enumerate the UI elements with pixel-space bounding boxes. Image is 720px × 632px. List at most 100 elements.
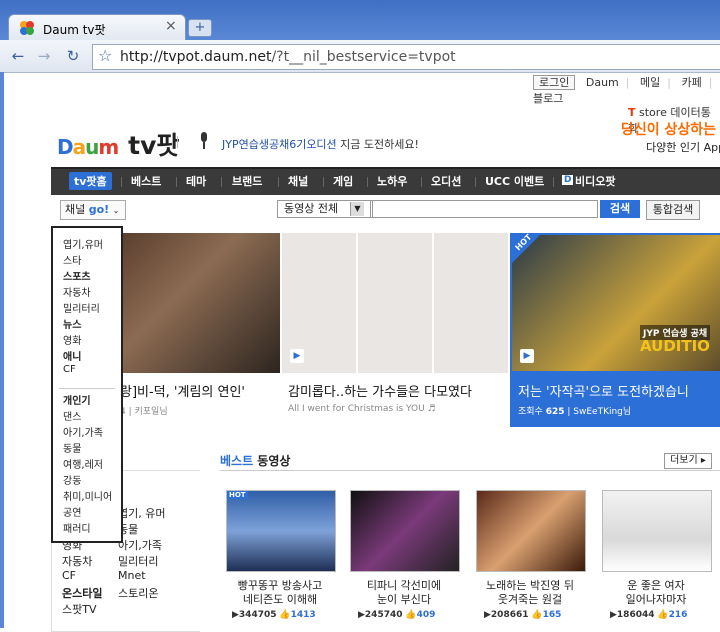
tvpot-wordmark: tv팟	[128, 131, 180, 160]
address-bar[interactable]: ☆ http://tvpot.daum.net/?t__nil_bestserv…	[92, 44, 720, 70]
videopot-icon: D	[562, 175, 574, 185]
divider	[475, 177, 476, 187]
url-text[interactable]: http://tvpot.daum.net/?t__nil_bestservic…	[120, 49, 456, 65]
menu-item[interactable]: 영화	[63, 332, 81, 347]
like-icon: 👍	[657, 610, 669, 620]
link-cafe[interactable]: 카페	[681, 76, 701, 89]
menu-item[interactable]: 취미,미니어	[63, 488, 112, 503]
audition-promo[interactable]: JYP연습생공채6기오디션 지금 도전하세요!	[222, 136, 419, 152]
channel-go-select[interactable]: 채널 go! ⌄	[60, 200, 126, 220]
video-stats: ▶245740 👍409	[358, 610, 436, 620]
nav-channel[interactable]: 채널	[288, 173, 308, 189]
more-button[interactable]: 더보기 ▸	[664, 453, 712, 469]
category-link[interactable]: 스토리온	[118, 585, 158, 601]
divider	[421, 177, 422, 187]
video-thumbnail[interactable]	[602, 490, 712, 572]
link-blog[interactable]: 블로그	[533, 92, 563, 105]
featured-title-2[interactable]: 감미롭다..하는 가수들은 다모였다	[288, 381, 508, 400]
video-title[interactable]: 노래하는 박진영 뒤 웃겨죽는 원걸	[465, 579, 595, 607]
play-icon: ▶	[520, 349, 534, 363]
play-count-icon: ▶	[484, 610, 491, 620]
featured-thumbnail-2[interactable]: ▶	[282, 233, 508, 373]
menu-item[interactable]: 공연	[63, 504, 81, 519]
featured-thumbnail-1[interactable]	[120, 233, 280, 373]
url-domain: http://tvpot.daum.net	[120, 49, 272, 65]
featured-caption-3[interactable]: 저는 '자작곡'으로 도전하겠습니 조회수 625 | SwEeTKing님	[510, 373, 720, 427]
menu-item[interactable]: 개인기	[63, 392, 91, 407]
video-thumbnail[interactable]	[476, 490, 586, 572]
featured-title-1[interactable]: 랑]비-덕, '계림의 연인'	[120, 381, 276, 400]
nav-knowhow[interactable]: 노하우	[377, 173, 407, 189]
browser-tab[interactable]: Daum tv팟 ×	[8, 14, 186, 41]
menu-item[interactable]: 아기,가족	[63, 424, 103, 439]
divider	[121, 177, 122, 187]
back-arrow-icon[interactable]: ←	[9, 47, 27, 65]
play-count-icon: ▶	[358, 610, 365, 620]
nav-ucc-event[interactable]: UCC 이벤트	[485, 173, 544, 189]
combined-search-button[interactable]: 통합검색	[646, 200, 700, 220]
menu-item[interactable]: 동물	[63, 440, 81, 455]
nav-audition[interactable]: 오디션	[431, 173, 461, 189]
channel-dropdown-menu: 엽기,유머 스타 스포츠 자동차 밀리터리 뉴스 영화 애니 CF 개인기 댄스…	[51, 226, 123, 543]
search-input[interactable]	[370, 200, 598, 218]
reload-icon[interactable]: ↻	[64, 47, 82, 65]
video-stats: ▶186044 👍216	[610, 610, 688, 620]
category-link[interactable]: 아기,가족	[118, 537, 162, 553]
divider	[176, 177, 177, 187]
divider	[59, 388, 115, 389]
ad-line-3[interactable]: 다양한 인기 App	[646, 139, 720, 155]
menu-item[interactable]: 스타	[63, 252, 81, 267]
menu-item[interactable]: 뉴스	[63, 316, 81, 331]
main-nav: tv팟홈 베스트 테마 브랜드 채널 게임 노하우 오디션 UCC 이벤트 D …	[51, 167, 720, 195]
menu-item[interactable]: CF	[63, 364, 76, 375]
video-thumbnail[interactable]: HOT	[226, 490, 336, 572]
category-link[interactable]: 자동차	[62, 553, 92, 569]
close-tab-icon[interactable]: ×	[165, 18, 177, 34]
chevron-down-icon[interactable]: ▼	[350, 202, 364, 216]
new-tab-button[interactable]: +	[188, 19, 212, 37]
category-link[interactable]: CF	[62, 569, 76, 582]
ad-line-2[interactable]: 당신이 상상하는 모	[621, 119, 720, 139]
forward-arrow-icon[interactable]: →	[35, 47, 53, 65]
video-title[interactable]: 티파니 각선미에 눈이 부신다	[339, 579, 469, 607]
link-mail[interactable]: 메일	[640, 76, 660, 89]
microphone-icon	[199, 132, 209, 150]
category-link[interactable]: Mnet	[118, 569, 146, 582]
nav-tvpot-home[interactable]: tv팟홈	[69, 172, 112, 190]
menu-item[interactable]: 여행,레저	[63, 456, 103, 471]
featured-carousel: ▶ ▶ HOT JYP 연습생 공채 AUDITIO 랑]비-덕, '계림의 연…	[120, 233, 720, 427]
like-icon: 👍	[531, 610, 543, 620]
menu-item[interactable]: 자동차	[63, 284, 91, 299]
category-link[interactable]: 엽기, 유머	[118, 505, 165, 521]
category-link[interactable]: 스팟TV	[62, 601, 96, 617]
category-link[interactable]: 밀리터리	[118, 553, 158, 569]
nav-game[interactable]: 게임	[333, 173, 353, 189]
menu-item[interactable]: 댄스	[63, 408, 81, 423]
nav-videopot[interactable]: 비디오팟	[575, 173, 615, 189]
category-link[interactable]: 온스타일	[62, 585, 102, 601]
divider	[367, 177, 368, 187]
featured-meta-1: 4 | 키포일님	[120, 407, 168, 417]
login-button[interactable]: 로그인	[533, 75, 576, 90]
menu-item[interactable]: 강동	[63, 472, 81, 487]
featured-meta-2: All I went for Christmas is YOU ♬	[288, 404, 436, 414]
video-title[interactable]: 운 좋은 여자 일어나자마자	[591, 579, 720, 607]
nav-brand[interactable]: 브랜드	[232, 173, 262, 189]
nav-theme[interactable]: 테마	[186, 173, 206, 189]
link-daum[interactable]: Daum	[586, 76, 619, 89]
menu-item[interactable]: 스포츠	[63, 268, 91, 283]
menu-item[interactable]: 엽기,유머	[63, 236, 103, 251]
divider	[221, 177, 222, 187]
nav-best[interactable]: 베스트	[131, 173, 161, 189]
menu-item[interactable]: 패러디	[63, 520, 91, 535]
featured-title-3: 저는 '자작곡'으로 도전하겠습니	[518, 385, 689, 400]
best-videos-title: 베스트 동영상	[220, 454, 291, 468]
menu-item[interactable]: 애니	[63, 348, 81, 363]
search-button[interactable]: 검색	[600, 200, 640, 218]
tvpot-logo[interactable]: Daum tv팟	[57, 126, 179, 162]
video-title[interactable]: 빵꾸똥꾸 방송사고 네티즌도 이해해	[215, 579, 345, 607]
video-thumbnail[interactable]	[350, 490, 460, 572]
menu-item[interactable]: 밀리터리	[63, 300, 100, 315]
video-stats: ▶344705 👍1413	[232, 610, 316, 620]
bookmark-star-icon[interactable]: ☆	[98, 46, 112, 65]
